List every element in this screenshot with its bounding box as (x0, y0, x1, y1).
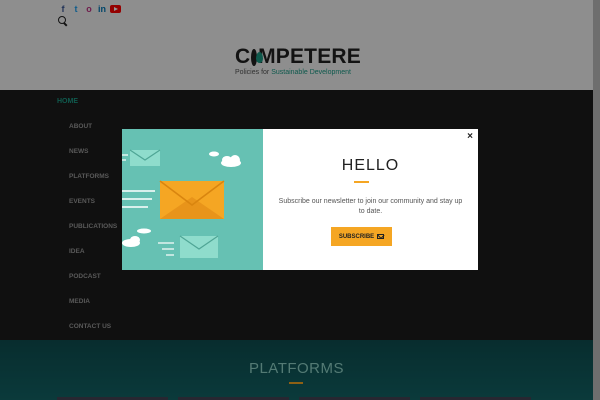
newsletter-content: × HELLO Subscribe our newsletter to join… (263, 129, 478, 270)
subscribe-button[interactable]: SUBSCRIBE (331, 227, 392, 246)
newsletter-illustration (122, 129, 263, 270)
mail-icon (377, 234, 385, 239)
newsletter-modal: × HELLO Subscribe our newsletter to join… (122, 129, 478, 270)
modal-title: HELLO (341, 157, 400, 174)
close-icon[interactable]: × (467, 132, 473, 142)
subscribe-button-label: SUBSCRIBE (338, 233, 375, 240)
modal-description: Subscribe our newsletter to join our com… (278, 198, 463, 215)
modal-title-underline (354, 181, 369, 183)
envelope-illustration-icon (122, 149, 241, 258)
